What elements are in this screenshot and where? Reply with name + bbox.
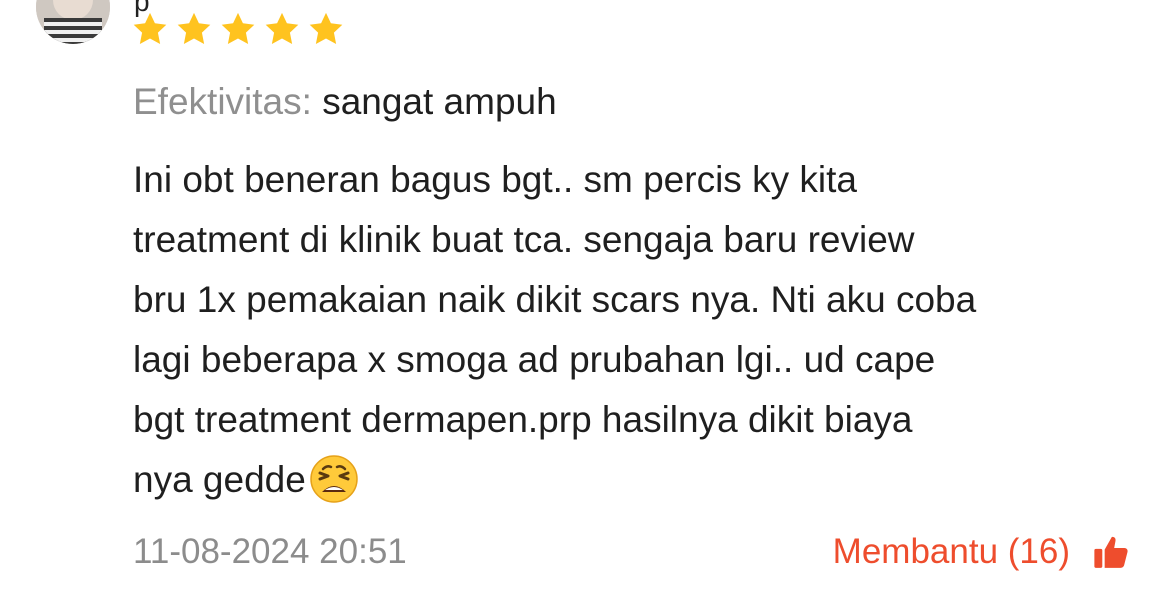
helpful-label[interactable]: Membantu (16) xyxy=(833,532,1070,572)
review-text-line: treatment di klinik buat tca. sengaja ba… xyxy=(133,219,915,260)
review-text-line: lagi beberapa x smoga ad prubahan lgi.. … xyxy=(133,339,936,380)
review-text-line: Ini obt beneran bagus bgt.. sm percis ky… xyxy=(133,159,857,200)
review-footer: 11-08-2024 20:51 Membantu (16) xyxy=(133,530,1130,574)
effectiveness-value: sangat ampuh xyxy=(322,81,557,122)
star-icon xyxy=(133,12,167,45)
star-icon xyxy=(177,12,211,45)
star-icon xyxy=(265,12,299,45)
star-icon xyxy=(221,12,255,45)
review-text-last-line: nya gedde xyxy=(133,450,1133,510)
review-timestamp: 11-08-2024 20:51 xyxy=(133,532,407,571)
reviewer-avatar[interactable] xyxy=(36,0,110,44)
helpful-button[interactable]: Membantu (16) xyxy=(833,532,1130,572)
review-text-line: bru 1x pemakaian naik dikit scars nya. N… xyxy=(133,279,977,320)
tired-face-emoji-icon xyxy=(310,455,358,503)
review-text-line: bgt treatment dermapen.prp hasilnya diki… xyxy=(133,399,913,440)
rating-stars xyxy=(131,10,345,48)
star-icon xyxy=(309,12,343,45)
effectiveness-label: Efektivitas: xyxy=(133,81,312,122)
thumbs-up-icon[interactable] xyxy=(1092,533,1130,571)
review-body: Ini obt beneran bagus bgt.. sm percis ky… xyxy=(133,150,1133,510)
effectiveness-attribute: Efektivitas: sangat ampuh xyxy=(133,80,557,124)
review-text-line: nya gedde xyxy=(133,459,306,500)
